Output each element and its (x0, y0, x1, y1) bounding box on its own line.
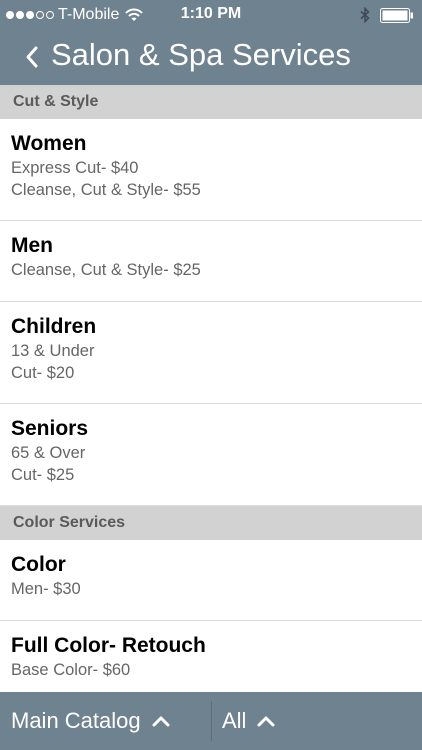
service-detail: Cleanse, Cut & Style- $25 (11, 261, 201, 279)
main-catalog-label: Main Catalog (11, 708, 141, 733)
chevron-up-icon (151, 714, 171, 728)
all-filter-label: All (222, 708, 247, 733)
back-button[interactable] (20, 42, 44, 72)
service-detail: Base Color- $60 (11, 661, 131, 679)
status-right (360, 7, 414, 23)
service-item[interactable]: Children 13 & Under Cut- $20 (0, 302, 422, 404)
service-item[interactable]: Color Men- $30 (0, 540, 422, 621)
section-header: Cut & Style (0, 85, 422, 119)
service-item[interactable]: Seniors 65 & Over Cut- $25 (0, 404, 422, 506)
service-title: Children (11, 315, 97, 338)
service-title: Men (11, 234, 53, 257)
service-item[interactable]: Men Cleanse, Cut & Style- $25 (0, 221, 422, 302)
page-title: Salon & Spa Services (51, 37, 351, 72)
top-bar: T-Mobile 1:10 PM Salon & Spa Services (0, 0, 422, 85)
service-detail: Cut- $25 (11, 466, 75, 484)
service-title: Full Color- Retouch (11, 634, 206, 657)
bluetooth-icon (360, 7, 370, 23)
service-detail: Men- $30 (11, 580, 81, 598)
service-title: Women (11, 132, 87, 155)
service-title: Color (11, 553, 66, 576)
toolbar-divider (211, 701, 212, 741)
service-title: Seniors (11, 417, 89, 440)
section-header: Color Services (0, 506, 422, 540)
battery-icon (380, 7, 414, 23)
bottom-toolbar: Main Catalog All (0, 692, 422, 750)
chevron-up-icon (256, 714, 276, 728)
services-list[interactable]: Cut & Style Women Express Cut- $40 Cleanse,… (0, 85, 422, 692)
service-detail: Cleanse, Cut & Style- $55 (11, 181, 201, 199)
navigation-bar: Salon & Spa Services (0, 30, 422, 85)
service-detail: Express Cut- $40 (11, 159, 139, 177)
service-detail: Cut- $20 (11, 364, 75, 382)
service-item[interactable]: Full Color- Retouch Base Color- $60 (0, 621, 422, 692)
service-item[interactable]: Women Express Cut- $40 Cleanse, Cut & Styl… (0, 119, 422, 221)
service-detail: 65 & Over (11, 444, 86, 462)
all-filter-button[interactable]: All (222, 692, 276, 750)
status-time: 1:10 PM (180, 5, 242, 22)
main-catalog-button[interactable]: Main Catalog (11, 692, 171, 750)
status-bar: T-Mobile 1:10 PM (0, 0, 422, 30)
chevron-left-icon (25, 45, 39, 69)
service-detail: 13 & Under (11, 342, 95, 360)
